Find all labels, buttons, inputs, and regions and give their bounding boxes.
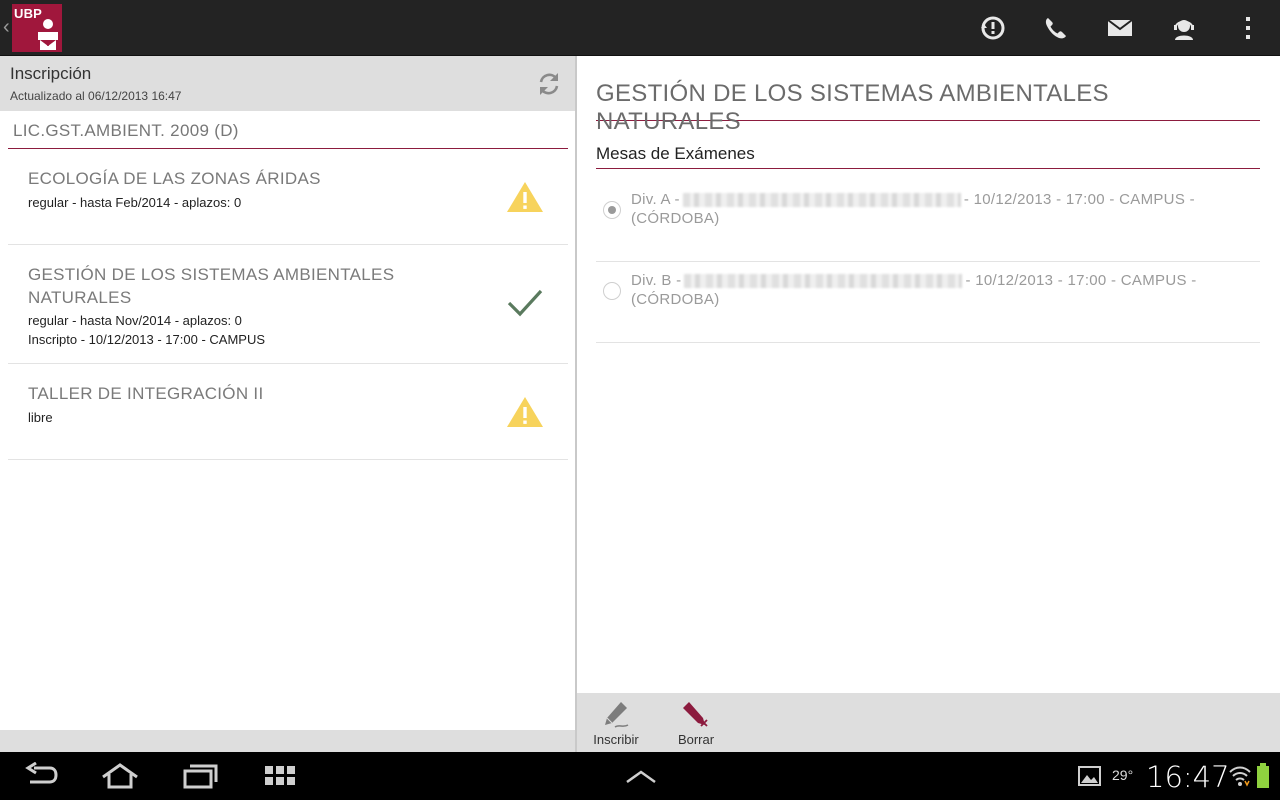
subject-status-line: regular - hasta Nov/2014 - aplazos: 0 — [28, 313, 242, 328]
inscribir-button[interactable]: Inscribir — [581, 699, 651, 749]
subject-item[interactable]: TALLER DE INTEGRACIÓN II libre — [8, 364, 568, 460]
recent-apps-icon[interactable] — [182, 762, 218, 790]
subject-status-line: regular - hasta Feb/2014 - aplazos: 0 — [28, 195, 242, 210]
redacted-text — [682, 193, 961, 208]
last-updated-label: Actualizado al 06/12/2013 16:47 — [10, 89, 182, 103]
left-footer-bar — [0, 730, 575, 752]
subject-name: GESTIÓN DE LOS SISTEMAS AMBIENTALES NATU… — [28, 265, 395, 307]
back-icon[interactable] — [24, 762, 60, 790]
radio-button-selected[interactable] — [603, 201, 621, 219]
subject-name: TALLER DE INTEGRACIÓN II — [28, 384, 264, 403]
clock-label: 16:47 — [1146, 760, 1230, 794]
section-title: Mesas de Exámenes — [596, 144, 1260, 169]
exam-option-text: Div. A -- 10/12/2013 - 17:00 - CAMPUS - … — [631, 190, 1241, 228]
borrar-label: Borrar — [677, 732, 715, 747]
subject-name: ECOLOGÍA DE LAS ZONAS ÁRIDAS — [28, 169, 321, 188]
phone-icon[interactable] — [1040, 12, 1072, 44]
subjects-pane: Inscripción Actualizado al 06/12/2013 16… — [0, 56, 575, 752]
career-header: LIC.GST.AMBIENT. 2009 (D) — [8, 111, 568, 149]
pencil-delete-icon — [683, 702, 708, 727]
check-icon — [507, 289, 543, 317]
mail-icon[interactable] — [1104, 12, 1136, 44]
subject-item[interactable]: GESTIÓN DE LOS SISTEMAS AMBIENTALES NATU… — [8, 245, 568, 364]
exam-option[interactable]: Div. A -- 10/12/2013 - 17:00 - CAMPUS - … — [596, 181, 1260, 262]
wifi-icon — [1229, 766, 1251, 787]
redacted-text — [684, 274, 963, 289]
temperature-label: 29° — [1112, 767, 1134, 783]
bottom-action-bar: Inscribir Borrar — [577, 693, 1280, 752]
detail-pane: GESTIÓN DE LOS SISTEMAS AMBIENTALES NATU… — [577, 56, 1280, 752]
overflow-menu-icon[interactable] — [1232, 12, 1264, 44]
exam-option-text: Div. B -- 10/12/2013 - 17:00 - CAMPUS - … — [631, 271, 1241, 309]
pencil-icon — [605, 702, 629, 728]
radio-button[interactable] — [603, 282, 621, 300]
subject-enrollment-line: Inscripto - 10/12/2013 - 17:00 - CAMPUS — [28, 332, 266, 347]
up-caret-icon[interactable]: ‹ — [3, 16, 10, 39]
battery-icon — [1257, 763, 1269, 788]
subject-item[interactable]: ECOLOGÍA DE LAS ZONAS ÁRIDAS regular - h… — [8, 149, 568, 245]
apps-grid-icon[interactable] — [263, 762, 297, 790]
page-title: Inscripción — [10, 64, 92, 83]
warning-icon — [507, 182, 543, 212]
app-logo[interactable]: UBP — [12, 4, 62, 52]
list-header: Inscripción Actualizado al 06/12/2013 16… — [0, 56, 575, 111]
inscribir-label: Inscribir — [593, 732, 639, 747]
support-agent-icon[interactable] — [1168, 12, 1200, 44]
chevron-up-icon[interactable] — [624, 762, 658, 790]
home-icon[interactable] — [100, 762, 140, 790]
gallery-notification-icon[interactable] — [1078, 765, 1102, 787]
exam-division: Div. A - — [631, 191, 680, 208]
refresh-icon[interactable] — [535, 70, 563, 98]
system-bar: 29° 16:47 — [0, 752, 1280, 800]
exam-option[interactable]: Div. B -- 10/12/2013 - 17:00 - CAMPUS - … — [596, 262, 1260, 343]
exam-division: Div. B - — [631, 272, 682, 289]
subject-title: GESTIÓN DE LOS SISTEMAS AMBIENTALES NATU… — [596, 80, 1260, 135]
subject-status-line: libre — [28, 410, 53, 425]
reader-figure-icon — [38, 19, 58, 50]
action-bar: ‹ UBP — [0, 0, 1280, 56]
borrar-button[interactable]: Borrar — [661, 699, 731, 749]
warning-icon — [507, 397, 543, 427]
alert-clock-icon[interactable] — [976, 12, 1008, 44]
